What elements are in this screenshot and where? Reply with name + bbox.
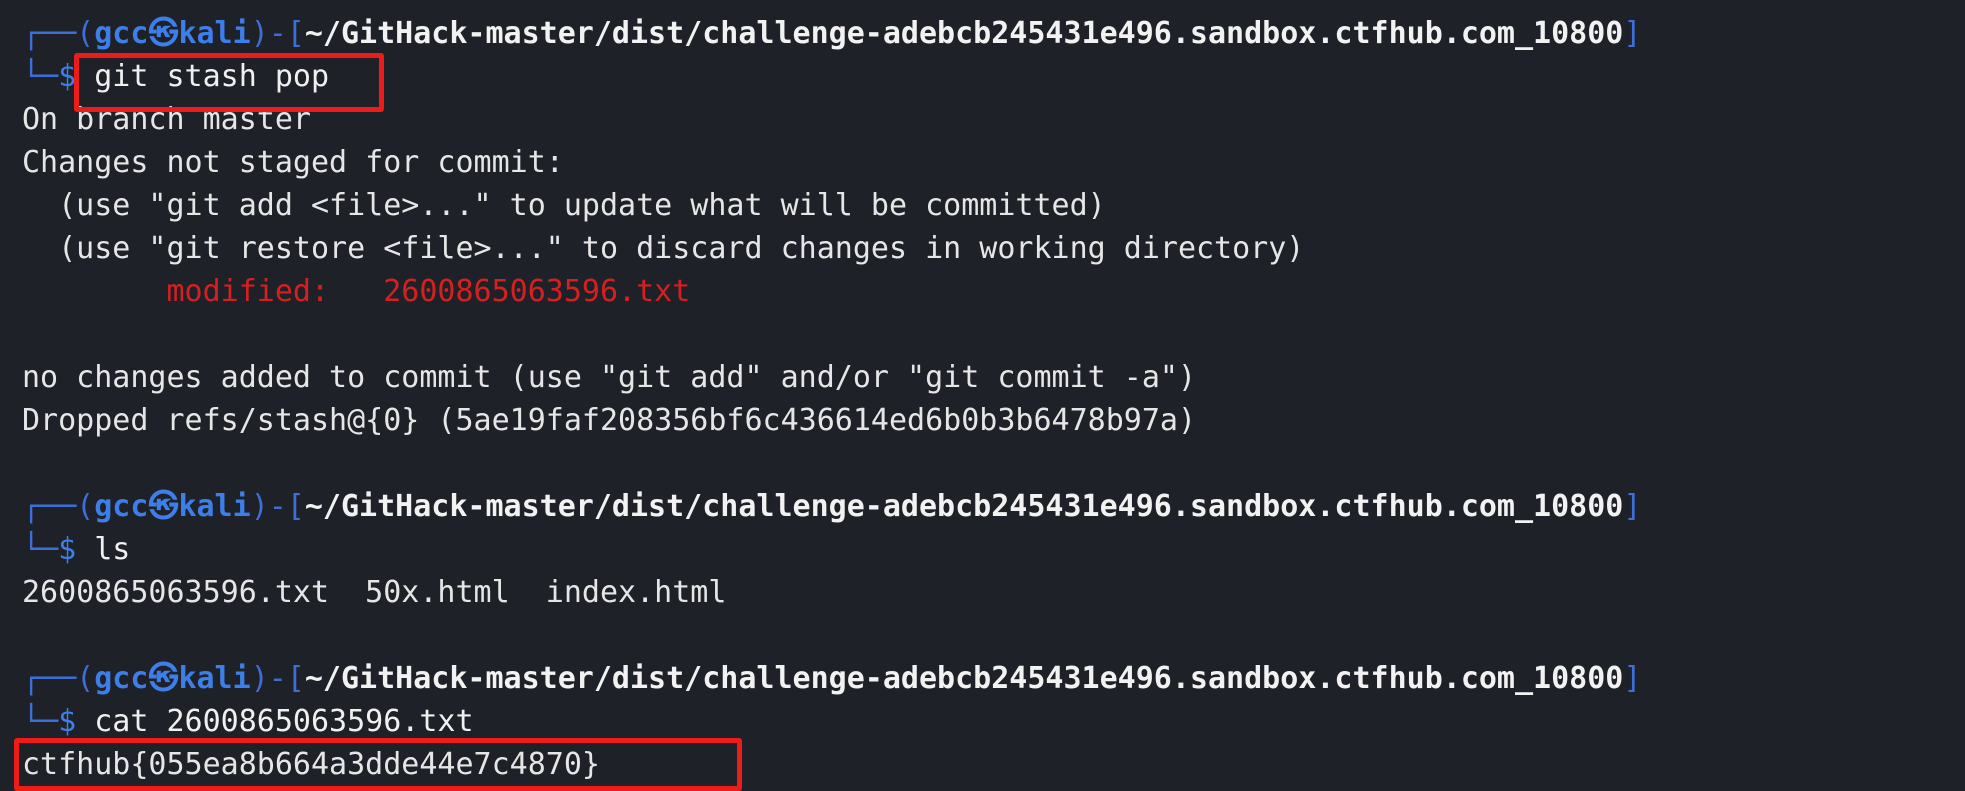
prompt-line: ┌──(gcc㉿kali)-[~/GitHack-master/dist/cha… [22, 487, 1641, 527]
prompt-separator: )-[ [250, 16, 305, 51]
prompt-host: kali [178, 489, 251, 524]
prompt-bar-bottom: └─ [22, 704, 59, 739]
output-line: no changes added to commit (use "git add… [22, 360, 1196, 395]
prompt-line: ┌──(gcc㉿kali)-[~/GitHack-master/dist/cha… [22, 14, 1641, 54]
prompt-user: gcc [94, 489, 149, 524]
prompt-bracket-end: ] [1623, 489, 1642, 524]
flag-highlight-box [14, 738, 742, 791]
kali-symbol-icon: ㉿ [148, 661, 179, 696]
prompt-line: ┌──(gcc㉿kali)-[~/GitHack-master/dist/cha… [22, 659, 1641, 699]
prompt-dollar: $ [58, 704, 77, 739]
kali-symbol-icon: ㉿ [148, 489, 179, 524]
prompt-path: ~/GitHack-master/dist/challenge-adebcb24… [304, 661, 1624, 696]
output-line: 2600865063596.txt 50x.html index.html [22, 575, 727, 610]
prompt-path: ~/GitHack-master/dist/challenge-adebcb24… [304, 16, 1624, 51]
prompt-bar-top: ┌──( [22, 489, 95, 524]
output-line: Dropped refs/stash@{0} (5ae19faf208356bf… [22, 403, 1196, 438]
prompt-bar-top: ┌──( [22, 16, 95, 51]
prompt-separator: )-[ [250, 661, 305, 696]
command-text: ls [94, 532, 131, 567]
prompt-user: gcc [94, 16, 149, 51]
prompt-path: ~/GitHack-master/dist/challenge-adebcb24… [304, 489, 1624, 524]
terminal-window[interactable]: ┌──(gcc㉿kali)-[~/GitHack-master/dist/cha… [0, 0, 1965, 791]
prompt-bar-top: ┌──( [22, 661, 95, 696]
output-line: (use "git add <file>..." to update what … [22, 188, 1106, 223]
command-text: cat 2600865063596.txt [94, 704, 474, 739]
prompt-bar-bottom: └─ [22, 59, 59, 94]
kali-symbol-icon: ㉿ [148, 16, 179, 51]
prompt-host: kali [178, 661, 251, 696]
prompt-bracket-end: ] [1623, 661, 1642, 696]
prompt-bracket-end: ] [1623, 16, 1642, 51]
command-line: └─$ ls [22, 530, 130, 570]
modified-file-line: modified: 2600865063596.txt [22, 274, 691, 309]
output-line: Changes not staged for commit: [22, 145, 564, 180]
prompt-user: gcc [94, 661, 149, 696]
prompt-bar-bottom: └─ [22, 532, 59, 567]
command-highlight-box [74, 53, 384, 112]
prompt-dollar: $ [58, 532, 77, 567]
prompt-separator: )-[ [250, 489, 305, 524]
output-line: (use "git restore <file>..." to discard … [22, 231, 1305, 266]
command-line: └─$ cat 2600865063596.txt [22, 702, 474, 742]
prompt-host: kali [178, 16, 251, 51]
